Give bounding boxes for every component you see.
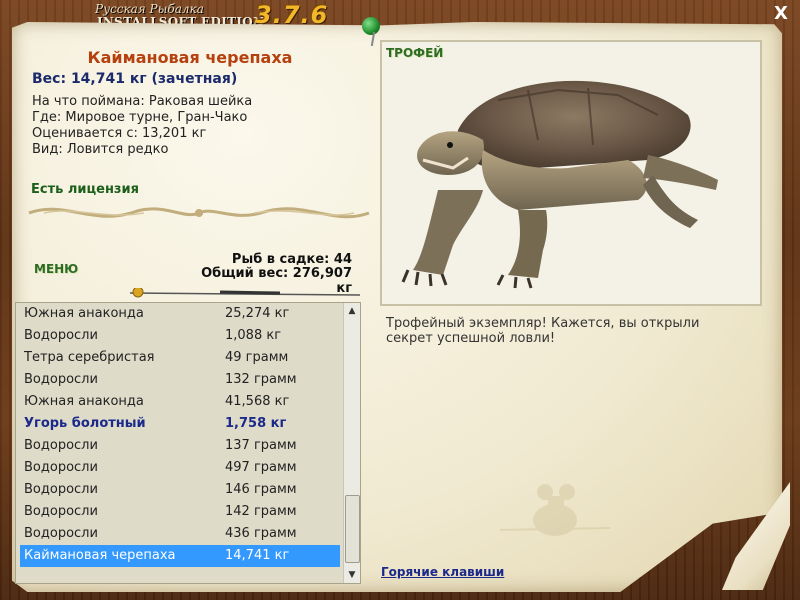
fish-weight: Вес: 14,741 кг (зачетная) bbox=[32, 71, 238, 87]
fish-entry-name: Водоросли bbox=[24, 526, 98, 541]
fish-entry-name: Водоросли bbox=[24, 372, 98, 387]
fish-entry-name: Водоросли bbox=[24, 504, 98, 519]
snapping-turtle-image bbox=[401, 80, 718, 289]
fish-entry-name: Водоросли bbox=[24, 482, 98, 497]
fish-entry-weight: 137 грамм bbox=[225, 438, 297, 453]
keepnet-count: Рыб в садке: 44 bbox=[231, 252, 352, 267]
fish-entry-weight: 146 грамм bbox=[225, 482, 297, 497]
brand-top-line: Русская Рыбалка bbox=[95, 2, 204, 16]
fish-entry-name: Угорь болотный bbox=[24, 416, 146, 431]
fish-entry-weight: 1,758 кг bbox=[225, 416, 287, 431]
fish-entry-weight: 14,741 кг bbox=[225, 548, 290, 563]
list-item[interactable]: Водоросли 1,088 кг bbox=[20, 325, 340, 347]
fish-entry-name: Южная анаконда bbox=[24, 306, 144, 321]
green-pin-icon bbox=[362, 17, 380, 35]
fish-entry-weight: 25,274 кг bbox=[225, 306, 290, 321]
fish-entry-weight: 1,088 кг bbox=[225, 328, 282, 343]
list-item[interactable]: Водоросли 137 грамм bbox=[20, 435, 340, 457]
fish-entry-name: Южная анаконда bbox=[24, 394, 144, 409]
trophy-label: ТРОФЕЙ bbox=[386, 46, 444, 60]
fish-entry-name: Каймановая черепаха bbox=[24, 548, 176, 563]
list-item[interactable]: Южная анаконда 25,274 кг bbox=[20, 303, 340, 325]
list-scrollbar[interactable]: ▲ ▼ bbox=[343, 303, 360, 583]
catch-list-items: Южная анаконда 25,274 кг Водоросли 1,088 к… bbox=[20, 303, 340, 567]
list-item[interactable]: Тетра серебристая 49 грамм bbox=[20, 347, 340, 369]
fish-entry-weight: 132 грамм bbox=[225, 372, 297, 387]
fish-location: Где: Мировое турне, Гран-Чако bbox=[32, 110, 248, 125]
list-item[interactable]: Водоросли 142 грамм bbox=[20, 501, 340, 523]
fish-entry-name: Тетра серебристая bbox=[24, 350, 155, 365]
hotkeys-link[interactable]: Горячие клавиши bbox=[381, 565, 504, 579]
ornament-divider bbox=[28, 207, 370, 219]
license-status: Есть лицензия bbox=[31, 182, 139, 197]
list-item[interactable]: Водоросли 132 грамм bbox=[20, 369, 340, 391]
fish-bait: На что поймана: Раковая шейка bbox=[32, 94, 253, 109]
fish-entry-weight: 49 грамм bbox=[225, 350, 289, 365]
scroll-up-arrow-icon[interactable]: ▲ bbox=[344, 303, 360, 319]
fish-entry-name: Водоросли bbox=[24, 328, 98, 343]
fish-kind: Вид: Ловится редко bbox=[32, 142, 169, 157]
fish-silhouette-watermark bbox=[500, 484, 610, 536]
fish-entry-name: Водоросли bbox=[24, 460, 98, 475]
scroll-down-arrow-icon[interactable]: ▼ bbox=[344, 567, 360, 583]
close-button[interactable]: X bbox=[772, 5, 790, 23]
fish-entry-name: Водоросли bbox=[24, 438, 98, 453]
list-item[interactable]: Водоросли 146 грамм bbox=[20, 479, 340, 501]
fish-entry-weight: 497 грамм bbox=[225, 460, 297, 475]
fish-value-from: Оценивается с: 13,201 кг bbox=[32, 126, 207, 141]
trophy-message: Трофейный экземпляр! Кажется, вы открыли… bbox=[386, 316, 700, 346]
catch-list[interactable]: Южная анаконда 25,274 кг Водоросли 1,088 к… bbox=[15, 302, 361, 584]
fish-entry-weight: 436 грамм bbox=[225, 526, 297, 541]
list-item[interactable]: Водоросли 436 грамм bbox=[20, 523, 340, 545]
list-item-trophy[interactable]: Угорь болотный 1,758 кг bbox=[20, 413, 340, 435]
fish-entry-weight: 41,568 кг bbox=[225, 394, 290, 409]
list-item-selected[interactable]: Каймановая черепаха 14,741 кг bbox=[20, 545, 340, 567]
scroll-thumb[interactable] bbox=[345, 495, 360, 563]
fish-entry-weight: 142 грамм bbox=[225, 504, 297, 519]
fish-name: Каймановая черепаха bbox=[87, 48, 293, 67]
fishing-rod-decoration bbox=[129, 288, 360, 298]
menu-button[interactable]: МЕНЮ bbox=[34, 262, 78, 276]
list-item[interactable]: Южная анаконда 41,568 кг bbox=[20, 391, 340, 413]
list-item[interactable]: Водоросли 497 грамм bbox=[20, 457, 340, 479]
